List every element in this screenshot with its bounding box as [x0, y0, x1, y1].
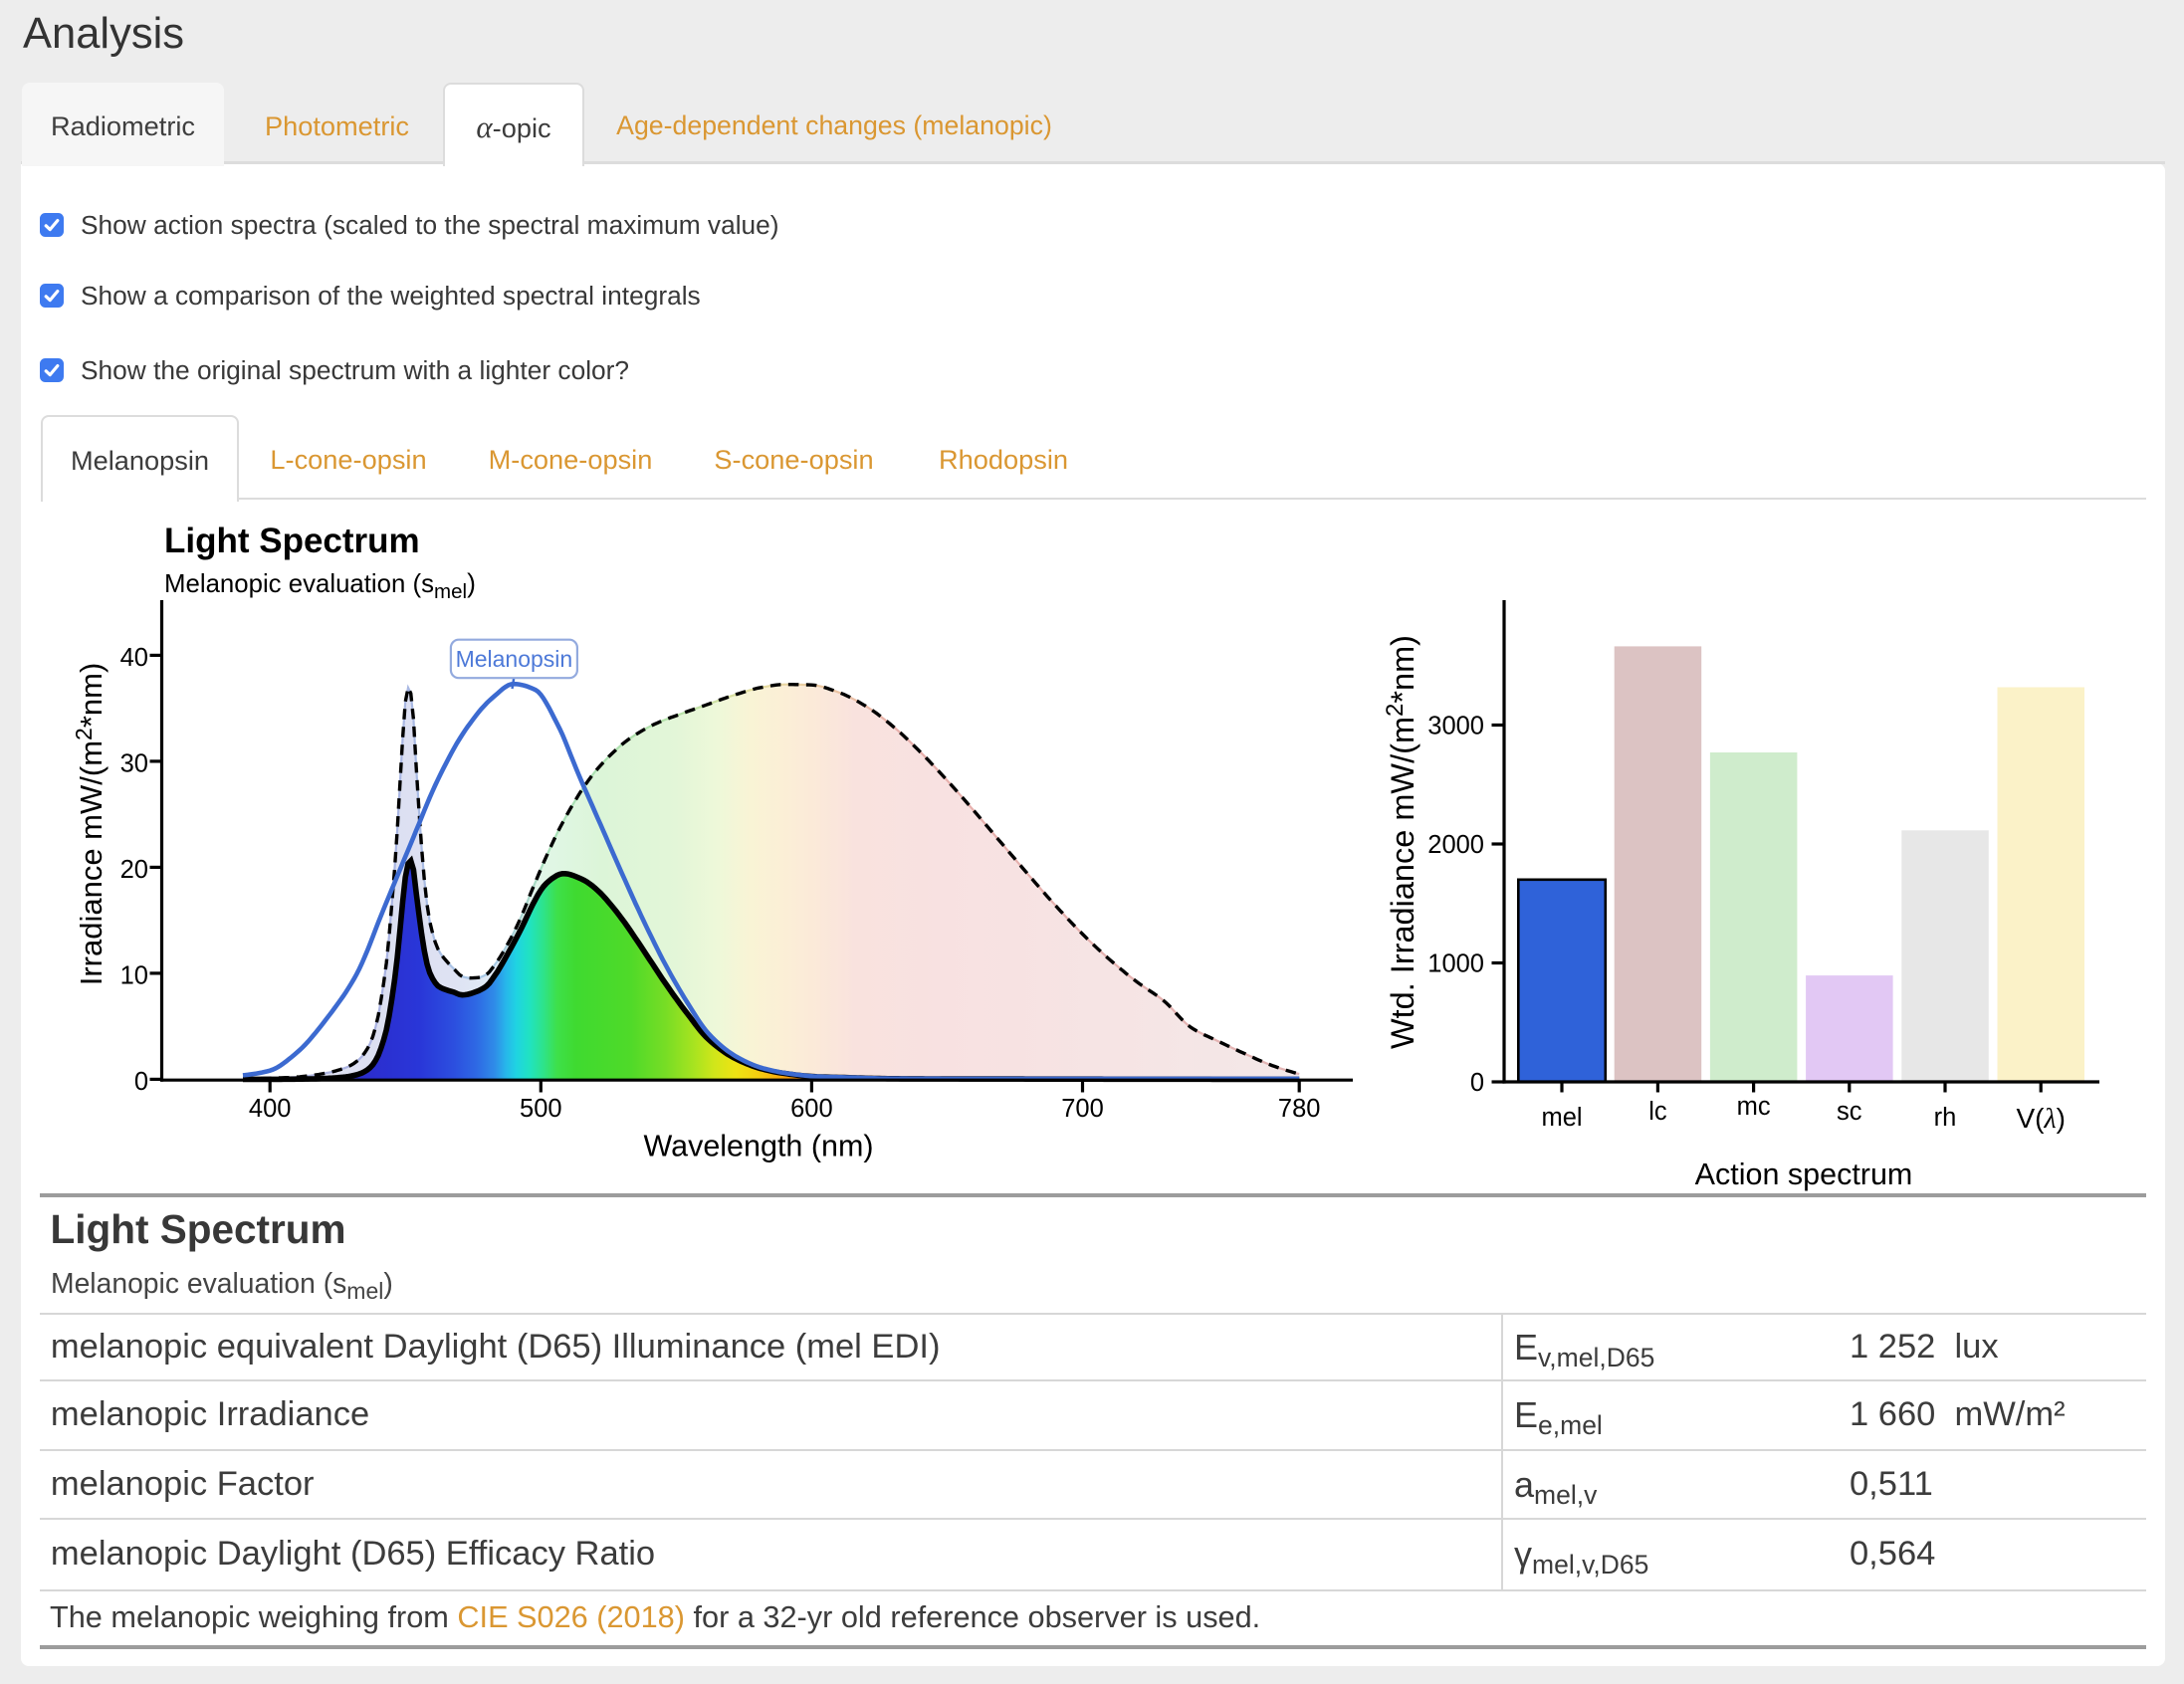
svg-text:0: 0 — [134, 1068, 148, 1096]
svg-text:rh: rh — [1934, 1104, 1957, 1132]
svg-text:500: 500 — [520, 1095, 562, 1123]
svg-text:Action spectrum: Action spectrum — [1695, 1158, 1913, 1191]
svg-text:mc: mc — [1737, 1093, 1771, 1121]
svg-text:Light Spectrum: Light Spectrum — [164, 522, 420, 560]
svg-text:40: 40 — [120, 644, 148, 672]
svg-text:Wtd. Irradiance mW/(m2*nm): Wtd. Irradiance mW/(m2*nm) — [1382, 635, 1420, 1049]
svg-text:400: 400 — [249, 1095, 292, 1123]
svg-text:1000: 1000 — [1427, 950, 1484, 978]
svg-text:0: 0 — [1470, 1069, 1484, 1097]
svg-text:10: 10 — [120, 961, 148, 989]
svg-text:V(λ): V(λ) — [2016, 1103, 2065, 1135]
svg-text:600: 600 — [790, 1095, 833, 1123]
svg-text:sc: sc — [1837, 1098, 1862, 1126]
svg-text:mel: mel — [1541, 1104, 1582, 1132]
svg-text:Melanopsin: Melanopsin — [456, 646, 573, 672]
svg-text:3000: 3000 — [1427, 713, 1484, 740]
svg-text:Melanopic evaluation (smel): Melanopic evaluation (smel) — [164, 568, 476, 603]
svg-text:780: 780 — [1278, 1095, 1321, 1123]
svg-text:Irradiance mW/(m2*nm): Irradiance mW/(m2*nm) — [71, 663, 109, 986]
svg-text:Wavelength (nm): Wavelength (nm) — [643, 1130, 873, 1163]
svg-text:20: 20 — [120, 856, 148, 884]
svg-text:2000: 2000 — [1427, 831, 1484, 859]
svg-text:700: 700 — [1061, 1095, 1104, 1123]
svg-text:30: 30 — [120, 749, 148, 777]
svg-text:lc: lc — [1648, 1098, 1667, 1126]
